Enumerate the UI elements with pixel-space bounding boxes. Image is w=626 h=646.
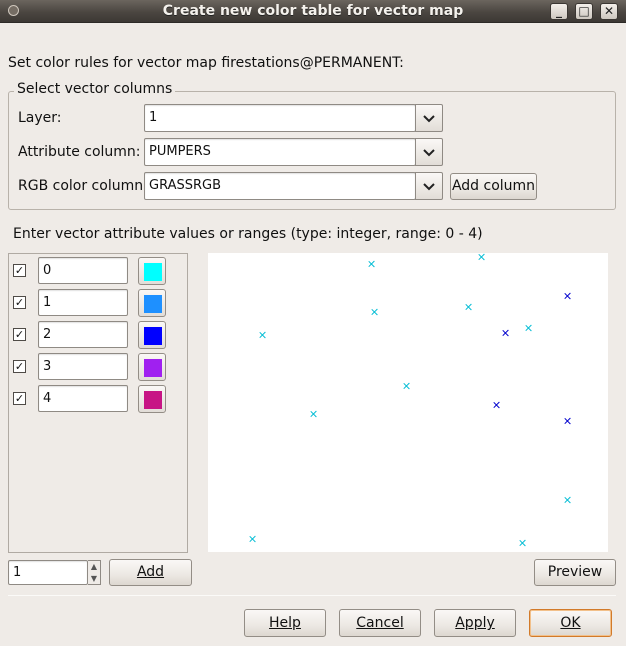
rule-checkbox[interactable]: ✓ <box>13 264 26 277</box>
vector-point-marker <box>466 304 472 310</box>
preview-button[interactable]: Preview <box>534 559 616 586</box>
rgb-label: RGB color column: <box>18 178 148 194</box>
rule-checkbox[interactable]: ✓ <box>13 360 26 373</box>
spin-up-icon[interactable]: ▲ <box>88 561 100 573</box>
layer-combo[interactable]: 1 <box>144 104 416 132</box>
chevron-down-icon <box>423 115 435 123</box>
vector-point-marker <box>565 497 571 503</box>
color-swatch <box>144 327 162 345</box>
vector-point-marker <box>311 411 317 417</box>
vector-point-marker <box>372 309 378 315</box>
spin-down-icon[interactable]: ▼ <box>88 573 100 585</box>
layer-label: Layer: <box>18 110 62 126</box>
rule-color-button[interactable] <box>138 289 166 317</box>
color-swatch <box>144 359 162 377</box>
vector-point-marker <box>565 418 571 424</box>
spinner-buttons[interactable]: ▲ ▼ <box>88 560 101 585</box>
rule-color-button[interactable] <box>138 385 166 413</box>
ok-button[interactable]: OK <box>529 609 612 637</box>
cancel-button-label: Cancel <box>356 615 404 631</box>
help-button-label: Help <box>269 615 301 631</box>
intro-text: Set color rules for vector map firestati… <box>8 55 404 71</box>
layer-dropdown-button[interactable] <box>415 104 443 132</box>
window-title: Create new color table for vector map <box>162 3 464 19</box>
vector-point-marker <box>404 383 410 389</box>
add-button-label: Add <box>136 564 165 580</box>
chevron-down-icon <box>423 149 435 157</box>
help-button[interactable]: Help <box>244 609 326 637</box>
color-swatch <box>144 263 162 281</box>
vector-point-marker <box>526 325 532 331</box>
close-button[interactable]: ✕ <box>600 3 618 20</box>
rule-checkbox[interactable]: ✓ <box>13 328 26 341</box>
attribute-combo[interactable]: PUMPERS <box>144 138 416 166</box>
cancel-button[interactable]: Cancel <box>339 609 421 637</box>
add-count-spinner[interactable]: 1 <box>8 560 88 585</box>
vector-point-marker <box>250 536 256 542</box>
chevron-down-icon <box>423 183 435 191</box>
maximize-button[interactable]: □ <box>575 3 593 20</box>
separator <box>8 595 616 596</box>
rgb-combo[interactable]: GRASSRGB <box>144 172 416 200</box>
color-swatch <box>144 295 162 313</box>
rule-value-input[interactable]: 2 <box>38 321 128 348</box>
vector-point-marker <box>369 261 375 267</box>
rgb-dropdown-button[interactable] <box>415 172 443 200</box>
vector-point-marker <box>503 330 509 336</box>
vector-point-marker <box>565 293 571 299</box>
vector-point-marker <box>494 402 500 408</box>
apply-button-label: Apply <box>455 615 495 631</box>
rule-checkbox[interactable]: ✓ <box>13 296 26 309</box>
rule-color-button[interactable] <box>138 257 166 285</box>
rule-checkbox[interactable]: ✓ <box>13 392 26 405</box>
rule-value-input[interactable]: 0 <box>38 257 128 284</box>
attribute-dropdown-button[interactable] <box>415 138 443 166</box>
ok-button-label: OK <box>560 615 581 631</box>
rule-value-input[interactable]: 3 <box>38 353 128 380</box>
preview-canvas <box>208 253 608 552</box>
attribute-label: Attribute column: <box>18 144 141 160</box>
color-swatch <box>144 391 162 409</box>
vector-point-marker <box>520 540 526 546</box>
vector-point-marker <box>479 254 485 260</box>
add-column-button[interactable]: Add column <box>450 173 537 200</box>
rule-value-input[interactable]: 1 <box>38 289 128 316</box>
columns-frame-title: Select vector columns <box>14 81 176 97</box>
rules-panel[interactable]: ✓ 0 ✓ 1 ✓ 2 ✓ 3 ✓ 4 <box>8 253 188 553</box>
minimize-button[interactable]: _ <box>550 3 568 20</box>
add-button[interactable]: Add <box>109 559 192 586</box>
rule-color-button[interactable] <box>138 321 166 349</box>
rules-caption: Enter vector attribute values or ranges … <box>13 226 483 242</box>
vector-point-marker <box>260 332 266 338</box>
rule-color-button[interactable] <box>138 353 166 381</box>
rule-value-input[interactable]: 4 <box>38 385 128 412</box>
apply-button[interactable]: Apply <box>434 609 516 637</box>
